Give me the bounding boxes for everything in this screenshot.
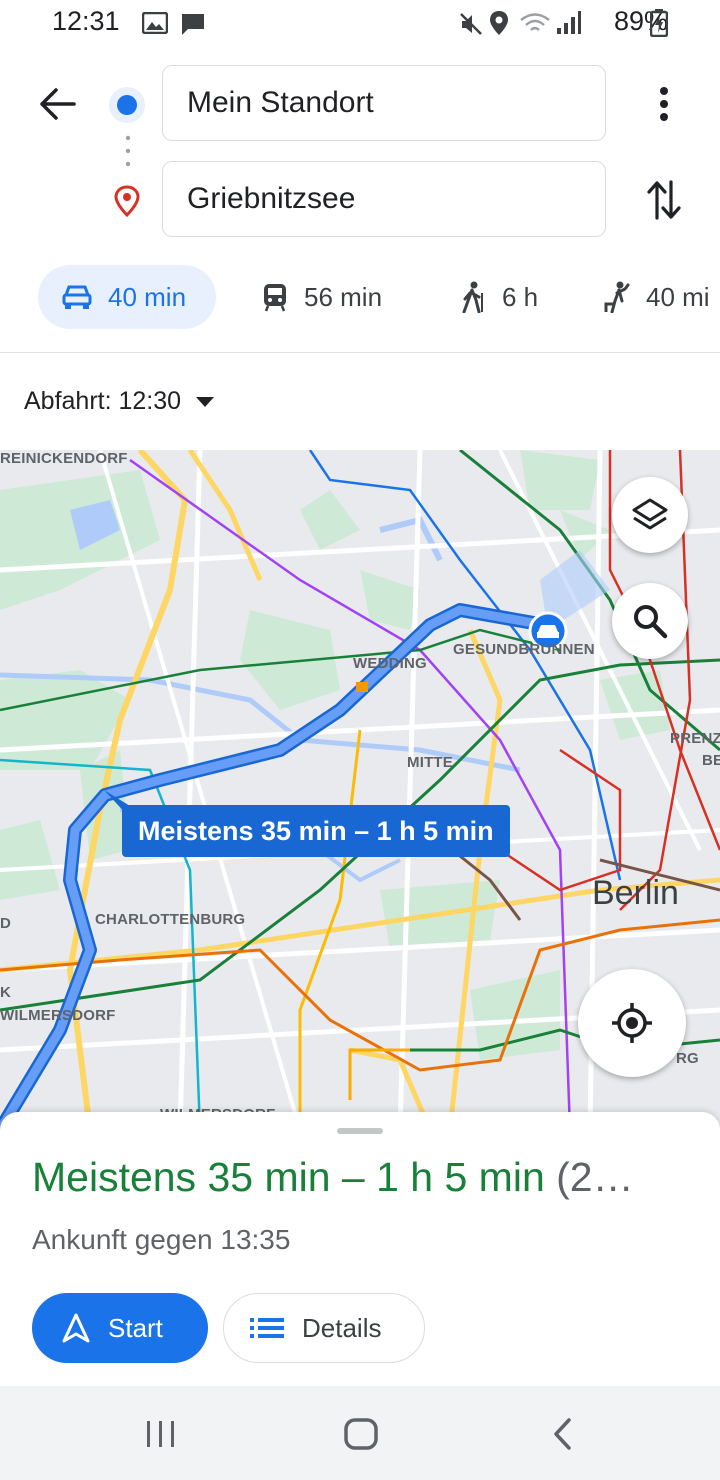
map-label: D bbox=[0, 915, 12, 932]
search-along-route-button[interactable] bbox=[612, 583, 688, 659]
map-label: WEDDING bbox=[353, 655, 427, 672]
destination-field[interactable]: Griebnitzsee bbox=[162, 161, 606, 237]
map-label: K bbox=[0, 984, 12, 1001]
sheet-drag-handle[interactable] bbox=[337, 1128, 383, 1134]
navigation-arrow-icon bbox=[62, 1313, 90, 1343]
layers-button[interactable] bbox=[612, 477, 688, 553]
dropdown-arrow-icon bbox=[196, 396, 215, 407]
search-icon bbox=[634, 605, 668, 639]
walk-icon bbox=[462, 281, 483, 313]
route-duration-tooltip[interactable]: Meistens 35 min – 1 h 5 min bbox=[122, 805, 510, 857]
origin-dot-icon bbox=[109, 87, 145, 123]
mode-label: 56 min bbox=[304, 281, 383, 312]
mode-label: 6 h bbox=[502, 281, 539, 312]
mode-tab-rideshare[interactable]: 40 mi bbox=[604, 265, 710, 329]
recent-apps-icon[interactable] bbox=[145, 1419, 177, 1449]
divider bbox=[0, 352, 720, 353]
details-label: Details bbox=[302, 1312, 382, 1343]
destination-pin-icon bbox=[114, 185, 140, 217]
signal-icon bbox=[557, 11, 581, 34]
rideshare-icon bbox=[604, 281, 630, 313]
route-dots-icon bbox=[125, 135, 131, 167]
map-label: REINICKENDORF bbox=[0, 450, 128, 467]
mode-label: 40 min bbox=[108, 281, 187, 312]
car-icon bbox=[62, 285, 92, 309]
route-summary-extra: (2… bbox=[556, 1154, 634, 1200]
map-city-label: Berlin bbox=[592, 874, 679, 912]
departure-selector[interactable]: Abfahrt: 12:30 bbox=[24, 387, 215, 416]
departure-label: Abfahrt: 12:30 bbox=[24, 387, 182, 415]
map-label: CHARLOTTENBURG bbox=[95, 911, 246, 928]
transit-icon bbox=[264, 284, 286, 312]
mode-tab-transit[interactable]: 56 min bbox=[262, 265, 382, 329]
location-icon bbox=[490, 11, 508, 35]
layers-icon bbox=[632, 498, 668, 530]
route-summary-sheet[interactable]: Meistens 35 min – 1 h 5 min (2… Ankunft … bbox=[0, 1112, 720, 1386]
battery-icon bbox=[650, 9, 668, 37]
map-label: BE bbox=[702, 752, 720, 769]
map-label: WILMERSDORF bbox=[0, 1007, 116, 1024]
destination-text: Griebnitzsee bbox=[187, 182, 356, 215]
back-arrow-icon[interactable] bbox=[38, 86, 76, 122]
map-label: PRENZ bbox=[670, 730, 720, 747]
origin-field[interactable]: Mein Standort bbox=[162, 65, 606, 141]
wifi-icon bbox=[520, 13, 550, 31]
map-label: GESUNDBRUNNEN bbox=[453, 641, 595, 658]
my-location-icon bbox=[612, 1003, 652, 1043]
origin-text: Mein Standort bbox=[187, 86, 374, 119]
mode-tab-drive[interactable]: 40 min bbox=[38, 265, 216, 329]
start-navigation-button[interactable]: Start bbox=[32, 1293, 208, 1363]
my-location-button[interactable] bbox=[578, 969, 686, 1077]
mode-label: 40 mi bbox=[646, 281, 710, 312]
status-time: 12:31 bbox=[52, 6, 120, 36]
mute-icon bbox=[460, 13, 482, 35]
back-icon[interactable] bbox=[551, 1417, 575, 1451]
status-bar: 12:31 89% bbox=[0, 0, 720, 50]
map-label: RG bbox=[676, 1050, 699, 1067]
swap-icon[interactable] bbox=[646, 178, 682, 222]
route-summary: Meistens 35 min – 1 h 5 min (2… bbox=[32, 1154, 634, 1201]
arrival-time: Ankunft gegen 13:35 bbox=[32, 1224, 291, 1255]
gallery-icon bbox=[142, 12, 168, 34]
start-label: Start bbox=[108, 1312, 163, 1343]
more-options-icon[interactable] bbox=[656, 86, 672, 122]
details-button[interactable]: Details bbox=[223, 1293, 425, 1363]
route-summary-text: Meistens 35 min – 1 h 5 min bbox=[32, 1154, 545, 1200]
home-icon[interactable] bbox=[343, 1417, 379, 1451]
mode-tab-walk[interactable]: 6 h bbox=[460, 265, 538, 329]
list-icon bbox=[250, 1318, 284, 1338]
system-navigation-bar bbox=[0, 1386, 720, 1480]
map-label: MITTE bbox=[407, 754, 453, 771]
message-icon bbox=[182, 14, 204, 35]
